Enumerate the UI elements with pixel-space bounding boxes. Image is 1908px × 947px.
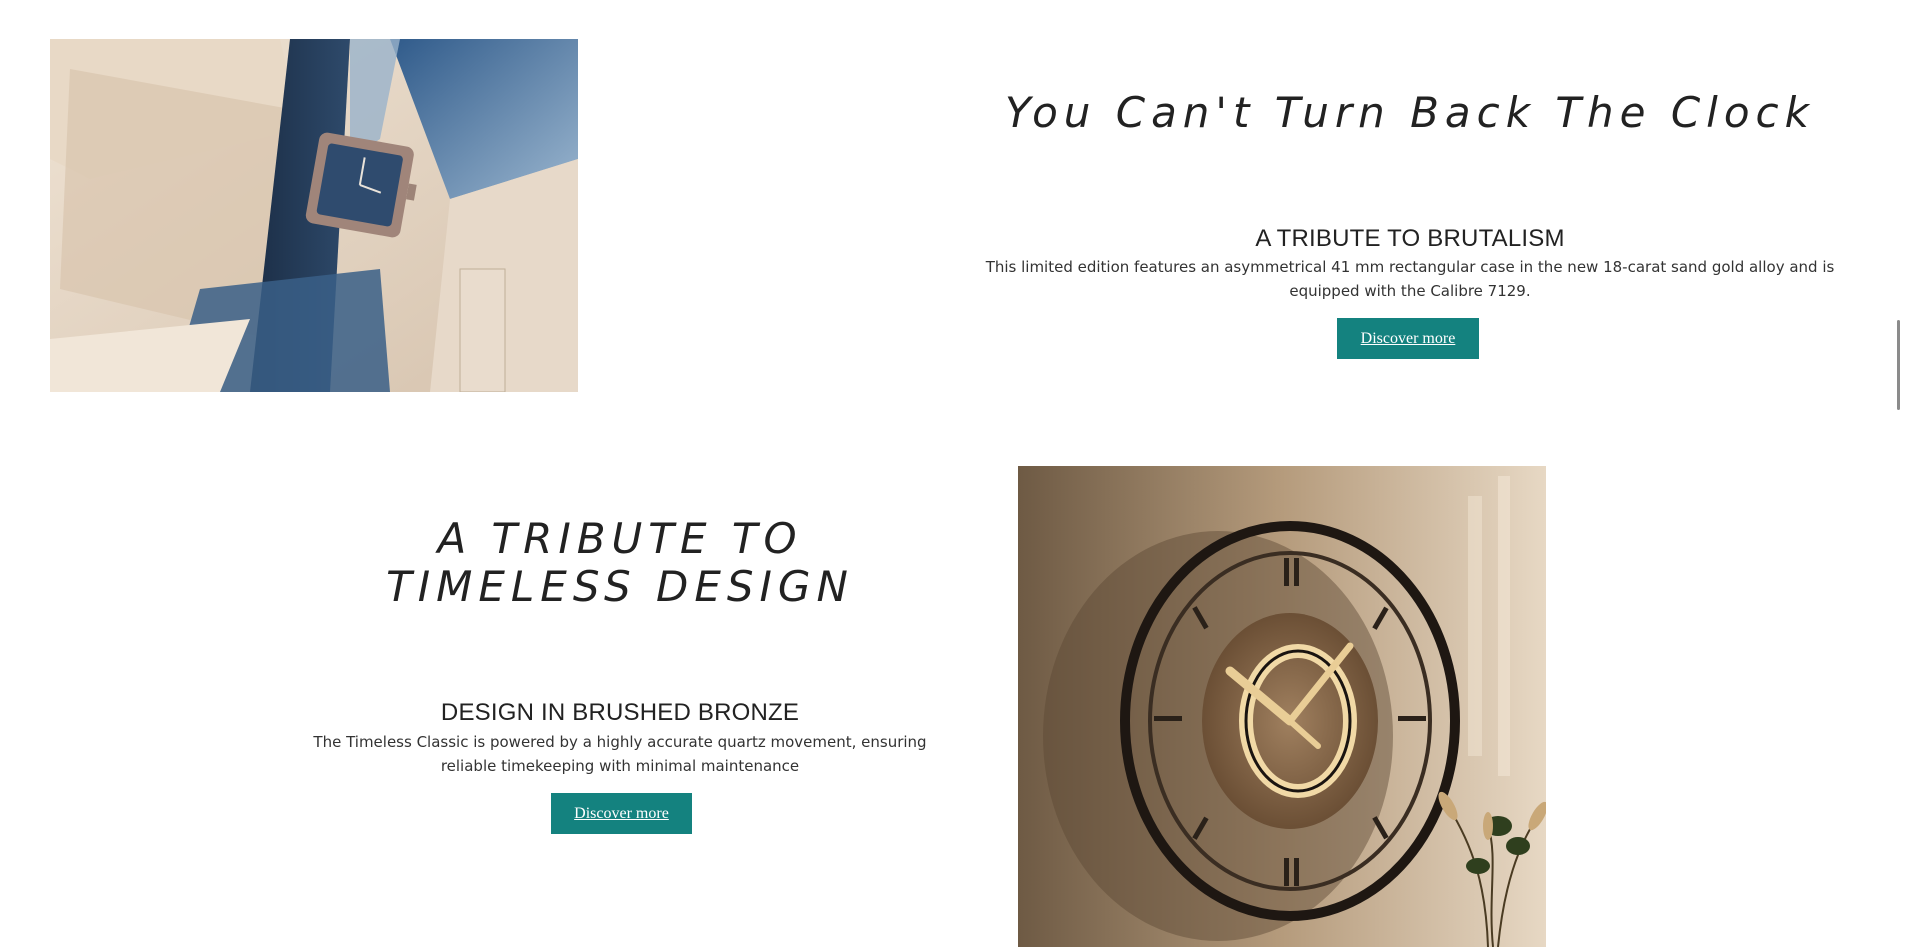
discover-more-button-brutalism[interactable]: Discover more: [1337, 318, 1479, 359]
section2-subheading: DESIGN IN BRUSHED BRONZE: [440, 699, 800, 726]
section1-headline: You Can't Turn Back The Clock: [1005, 88, 1815, 137]
discover-more-button-bronze[interactable]: Discover more: [551, 793, 692, 834]
section1-description: This limited edition features an asymmet…: [985, 258, 1835, 300]
section2-description: The Timeless Classic is powered by a hig…: [313, 733, 927, 775]
section2-headline: A TRIBUTE TO TIMELESS DESIGN: [386, 514, 854, 611]
wall-clock-image: [1018, 466, 1546, 947]
page-scrollbar[interactable]: [1890, 0, 1908, 947]
section1-subheading: A TRIBUTE TO BRUTALISM: [1255, 225, 1565, 252]
watch-image: [50, 39, 578, 392]
scrollbar-thumb[interactable]: [1897, 320, 1900, 410]
